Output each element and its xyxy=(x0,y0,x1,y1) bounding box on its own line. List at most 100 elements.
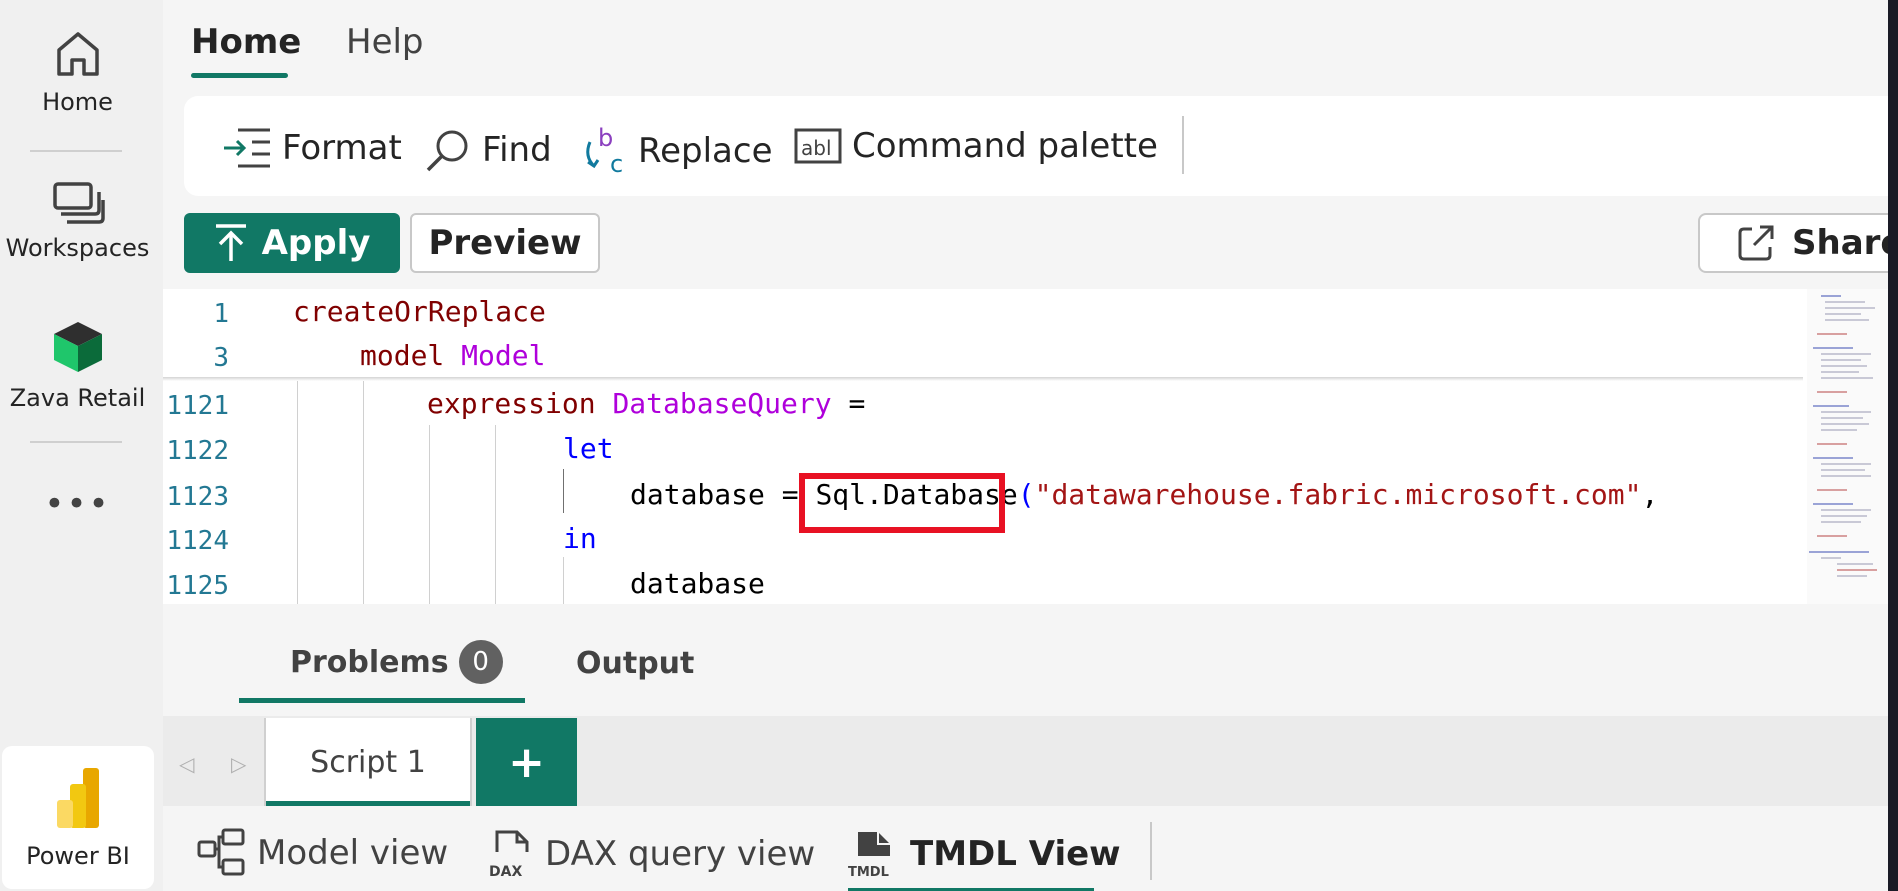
minimap-line xyxy=(1817,535,1847,537)
dax-query-icon: DAX xyxy=(489,830,529,880)
apply-button[interactable]: Apply xyxy=(184,213,400,273)
code-token: let xyxy=(563,432,614,465)
rail-workspaces[interactable]: Workspaces xyxy=(0,180,155,262)
code-line: 3 model Model xyxy=(163,337,1803,381)
minimap-line xyxy=(1825,301,1865,303)
main-area: Home Help Format Find b c Replace abl Co… xyxy=(163,0,1888,891)
code-token: expression xyxy=(427,387,613,420)
minimap-line xyxy=(1821,353,1871,355)
view-switcher: Model view DAX DAX query view TMDL TMDL … xyxy=(163,806,1888,891)
format-label: Format xyxy=(282,128,402,168)
replace-label: Replace xyxy=(638,131,773,171)
ribbon-tabs: Home Help xyxy=(163,0,1888,90)
search-icon xyxy=(426,130,468,172)
minimap-line xyxy=(1813,347,1853,349)
code-text: let xyxy=(563,432,614,465)
model-view-label: Model view xyxy=(257,833,449,873)
line-number: 1123 xyxy=(166,482,229,512)
share-button[interactable]: Share xyxy=(1698,213,1888,273)
svg-text:TMDL: TMDL xyxy=(848,865,889,880)
minimap-line xyxy=(1813,503,1853,505)
replace-icon: b c xyxy=(586,126,623,176)
minimap-line xyxy=(1821,521,1861,523)
minimap-line xyxy=(1821,411,1871,413)
minimap-line xyxy=(1817,489,1847,491)
minimap-line xyxy=(1821,417,1863,419)
minimap-line xyxy=(1821,557,1841,559)
script-tab[interactable]: Script 1 xyxy=(264,718,472,806)
ribbon-toolbar: Format Find b c Replace abl Command pale… xyxy=(184,96,1888,196)
minimap-line xyxy=(1821,469,1865,471)
share-icon xyxy=(1738,225,1774,261)
svg-text:abl: abl xyxy=(801,136,832,160)
tab-help[interactable]: Help xyxy=(346,22,424,62)
highlight-annotation xyxy=(799,473,1005,533)
command-palette-button[interactable]: abl Command palette xyxy=(794,126,1158,166)
minimap-line xyxy=(1813,457,1853,459)
power-bi-label: Power BI xyxy=(26,842,130,870)
share-label: Share xyxy=(1792,223,1888,263)
line-number: 1125 xyxy=(166,571,229,601)
code-token: "datawarehouse.fabric.microsoft.com" xyxy=(1034,478,1642,511)
rail-workspace-zava[interactable]: Zava Retail xyxy=(0,318,155,412)
model-view-button[interactable]: Model view xyxy=(197,828,448,878)
minimap-line xyxy=(1821,365,1867,367)
format-button[interactable]: Format xyxy=(222,126,402,170)
minimap-line xyxy=(1821,377,1873,379)
rail-workspace-label: Zava Retail xyxy=(9,384,146,412)
code-token: Model xyxy=(461,339,546,372)
tab-problems[interactable]: Problems 0 xyxy=(290,640,503,684)
tab-home[interactable]: Home xyxy=(191,22,301,62)
problems-label: Problems xyxy=(290,644,449,680)
window-edge xyxy=(1888,0,1898,891)
dax-query-view-button[interactable]: DAX DAX query view xyxy=(489,828,815,880)
code-text: expression DatabaseQuery = xyxy=(427,387,865,420)
tmdl-view-label: TMDL View xyxy=(910,834,1121,874)
find-button[interactable]: Find xyxy=(424,126,552,174)
panel-tab-indicator xyxy=(239,698,525,703)
left-rail: Home Workspaces Zava Retail ••• Power BI xyxy=(0,0,163,891)
add-script-button[interactable]: + xyxy=(476,718,577,806)
code-line: 1121 expression DatabaseQuery = xyxy=(163,385,1803,429)
minimap-line xyxy=(1837,569,1877,571)
scroll-left-icon[interactable]: ◁ xyxy=(179,752,194,776)
code-token: in xyxy=(563,522,597,555)
minimap-line xyxy=(1821,359,1861,361)
minimap-line xyxy=(1817,333,1847,335)
home-icon xyxy=(56,32,99,76)
preview-button[interactable]: Preview xyxy=(410,213,600,273)
minimap-line xyxy=(1821,429,1857,431)
minimap-line xyxy=(1817,443,1847,445)
code-text: model Model xyxy=(360,339,545,372)
command-palette-label: Command palette xyxy=(852,126,1158,166)
svg-text:c: c xyxy=(610,150,623,176)
line-number: 1 xyxy=(213,299,229,329)
command-palette-icon: abl xyxy=(794,128,842,164)
code-line: 1 createOrReplace xyxy=(163,293,1803,337)
format-icon xyxy=(224,128,270,168)
line-number: 1124 xyxy=(166,526,229,556)
code-minimap[interactable] xyxy=(1807,289,1888,604)
minimap-line xyxy=(1821,463,1871,465)
replace-button[interactable]: b c Replace xyxy=(580,126,773,176)
code-token: DatabaseQuery xyxy=(612,387,832,420)
power-bi-brand[interactable]: Power BI xyxy=(2,746,154,889)
view-divider xyxy=(1150,822,1152,880)
minimap-line xyxy=(1837,563,1873,565)
code-token: = xyxy=(831,387,866,420)
minimap-line xyxy=(1825,307,1875,309)
minimap-line xyxy=(1817,391,1847,393)
tmdl-code-editor[interactable]: 1 createOrReplace 3 model Model 1121 exp… xyxy=(163,289,1888,604)
rail-workspaces-label: Workspaces xyxy=(5,234,150,262)
tab-output[interactable]: Output xyxy=(576,646,694,681)
tmdl-view-button[interactable]: TMDL TMDL View xyxy=(848,828,1121,880)
bottom-panel: Problems 0 Output xyxy=(163,604,1888,716)
rail-home[interactable]: Home xyxy=(0,26,155,116)
code-token: createOrReplace xyxy=(293,295,546,328)
code-text: database xyxy=(630,567,765,600)
scroll-right-icon[interactable]: ▷ xyxy=(231,752,246,776)
tab-active-indicator xyxy=(191,73,288,78)
minimap-line xyxy=(1837,575,1867,577)
minimap-line xyxy=(1821,423,1869,425)
more-icon[interactable]: ••• xyxy=(0,484,155,524)
